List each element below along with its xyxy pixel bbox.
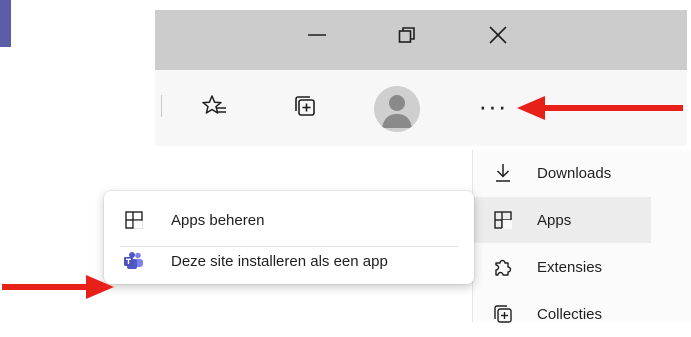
- menu-item-label: Collecties: [537, 305, 603, 323]
- teams-icon: [121, 251, 147, 271]
- settings-menu: Downloads Apps Extensies Collecties: [472, 150, 691, 323]
- apps-submenu: Apps beheren Deze site installeren als e…: [104, 191, 474, 284]
- favorites-button[interactable]: [192, 84, 236, 128]
- menu-item-collections[interactable]: Collecties: [473, 291, 651, 337]
- menu-item-extensions[interactable]: Extensies: [473, 244, 651, 290]
- collections-icon: [295, 96, 315, 116]
- download-icon: [488, 163, 518, 183]
- menu-item-label: Apps: [537, 211, 572, 229]
- more-options-button[interactable]: ···: [470, 84, 516, 128]
- title-bar: [155, 10, 687, 70]
- close-icon: [489, 26, 507, 44]
- minimize-button[interactable]: [293, 10, 341, 60]
- menu-item-apps[interactable]: Apps: [473, 197, 651, 243]
- restore-icon: [398, 27, 415, 43]
- close-button[interactable]: [474, 10, 522, 60]
- puzzle-icon: [488, 257, 518, 277]
- menu-item-label: Extensies: [537, 258, 603, 276]
- minimize-icon: [308, 34, 326, 36]
- profile-avatar-icon: [382, 95, 412, 128]
- apps-icon: [488, 210, 518, 230]
- menu-item-downloads[interactable]: Downloads: [473, 150, 651, 196]
- collections-button[interactable]: [283, 84, 327, 128]
- manage-apps-label: Apps beheren: [171, 211, 265, 229]
- menu-item-label: Downloads: [537, 164, 612, 182]
- apps-icon: [121, 210, 147, 230]
- install-site-as-app-item[interactable]: Deze site installeren als een app: [104, 238, 474, 284]
- favorites-icon: [202, 95, 226, 114]
- annotation-arrow-more: [517, 96, 683, 120]
- restore-button[interactable]: [383, 10, 431, 60]
- window-accent-strip: [0, 0, 11, 47]
- annotation-arrow-install: [2, 275, 114, 299]
- manage-apps-item[interactable]: Apps beheren: [104, 197, 474, 243]
- profile-button[interactable]: [374, 86, 420, 132]
- collections-icon: [488, 304, 518, 324]
- install-site-as-app-label: Deze site installeren als een app: [171, 252, 388, 270]
- toolbar-divider: [161, 95, 162, 117]
